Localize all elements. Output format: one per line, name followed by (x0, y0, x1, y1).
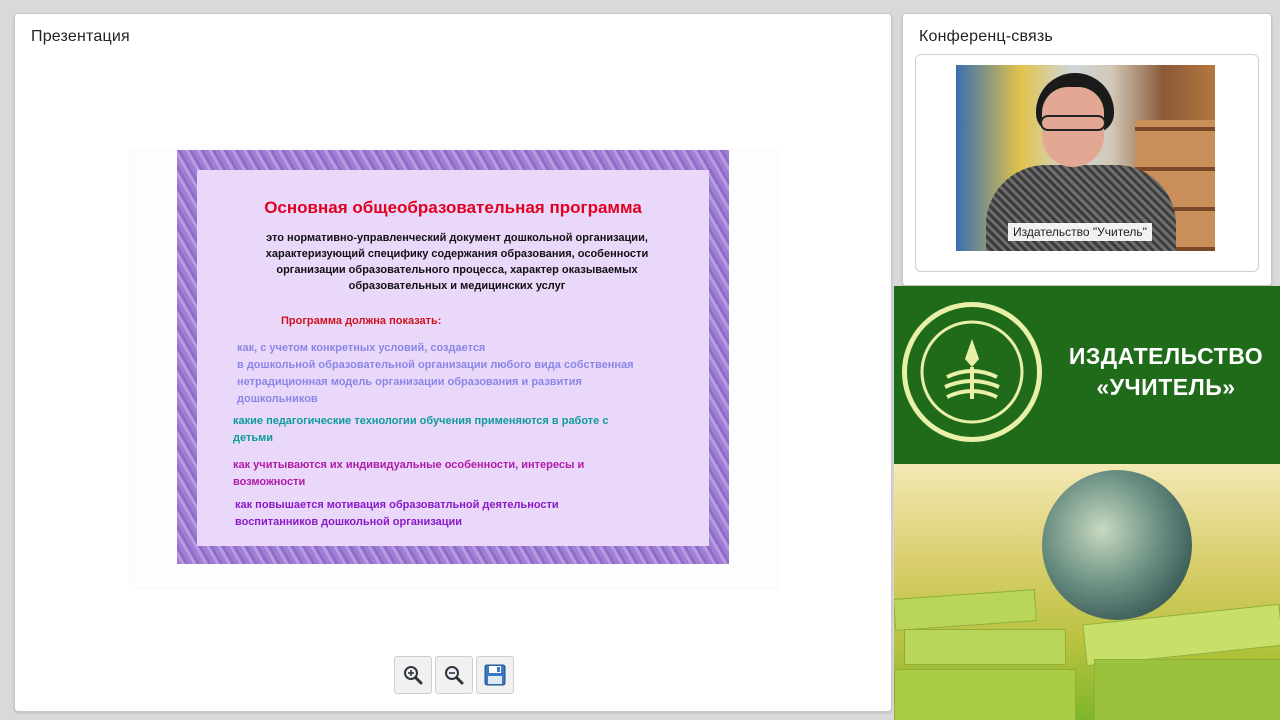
definition-line: характеризующий специфику содержания обр… (265, 248, 649, 260)
slide-title: Основная общеобразовательная программа (264, 198, 642, 217)
item-line: как, с учетом конкретных условий, создае… (237, 342, 486, 354)
slide-frame: Основная общеобразовательная программа э… (177, 150, 729, 564)
slide-viewer: Основная общеобразовательная программа э… (129, 150, 777, 588)
slide-subtitle: Программа должна показать: (281, 315, 442, 327)
book (894, 669, 1076, 720)
floppy-disk-icon (484, 664, 506, 686)
item-line: в дошкольной образовательной организации… (237, 359, 634, 371)
save-button[interactable] (476, 656, 514, 694)
speaker-glasses (1040, 115, 1106, 131)
book (1094, 659, 1280, 720)
presentation-panel: Презентация Основная общеобразовательная… (14, 13, 892, 712)
slide-list-item: какие педагогические технологии обучения… (233, 413, 653, 447)
publisher-banner: ИЗДАТЕЛЬСТВО «УЧИТЕЛЬ» (894, 286, 1280, 464)
item-line: возможности (233, 476, 306, 488)
slide-list-item: как, с учетом конкретных условий, создае… (237, 340, 687, 408)
slide-list-item: как учитываются их индивидуальные особен… (233, 457, 633, 491)
item-line: какие педагогические технологии обучения… (233, 415, 609, 427)
definition-line: организации образовательного процесса, х… (276, 264, 638, 276)
item-line: как повышается мотивация образоватльной … (235, 499, 559, 511)
slide-content: Основная общеобразовательная программа э… (197, 170, 709, 546)
slide-definition: это нормативно-управленческий документ д… (237, 230, 677, 294)
zoom-in-icon (404, 666, 423, 685)
item-line: воспитанников дошкольной организации (235, 516, 463, 528)
publisher-logo-icon (902, 302, 1042, 442)
conference-title: Конференц-связь (919, 28, 1053, 45)
item-line: детьми (233, 432, 274, 444)
publisher-name: ИЗДАТЕЛЬСТВО «УЧИТЕЛЬ» (1054, 341, 1278, 403)
item-line: дошкольников (237, 393, 318, 405)
zoom-out-icon (445, 666, 464, 685)
item-line: нетрадиционная модель организации образо… (237, 376, 582, 388)
conference-panel: Конференц-связь Издательство "Учитель" (902, 13, 1272, 286)
slide-list-item: как повышается мотивация образоватльной … (235, 497, 635, 531)
zoom-out-button[interactable] (435, 656, 473, 694)
definition-line: образовательных и медицинских услуг (348, 280, 566, 292)
book (904, 629, 1066, 665)
presentation-title: Презентация (31, 28, 130, 45)
zoom-in-button[interactable] (394, 656, 432, 694)
book (894, 589, 1037, 631)
globe (1042, 470, 1192, 620)
video-caption: Издательство "Учитель" (1008, 223, 1152, 241)
item-line: как учитываются их индивидуальные особен… (233, 459, 585, 471)
books-globe-image (894, 464, 1280, 720)
publisher-name-line: ИЗДАТЕЛЬСТВО (1068, 343, 1264, 369)
webcam-video[interactable]: Издательство "Учитель" (956, 65, 1215, 251)
video-container: Издательство "Учитель" (915, 54, 1259, 272)
definition-line: это нормативно-управленческий документ д… (266, 232, 648, 244)
publisher-name-line: «УЧИТЕЛЬ» (1096, 374, 1236, 400)
